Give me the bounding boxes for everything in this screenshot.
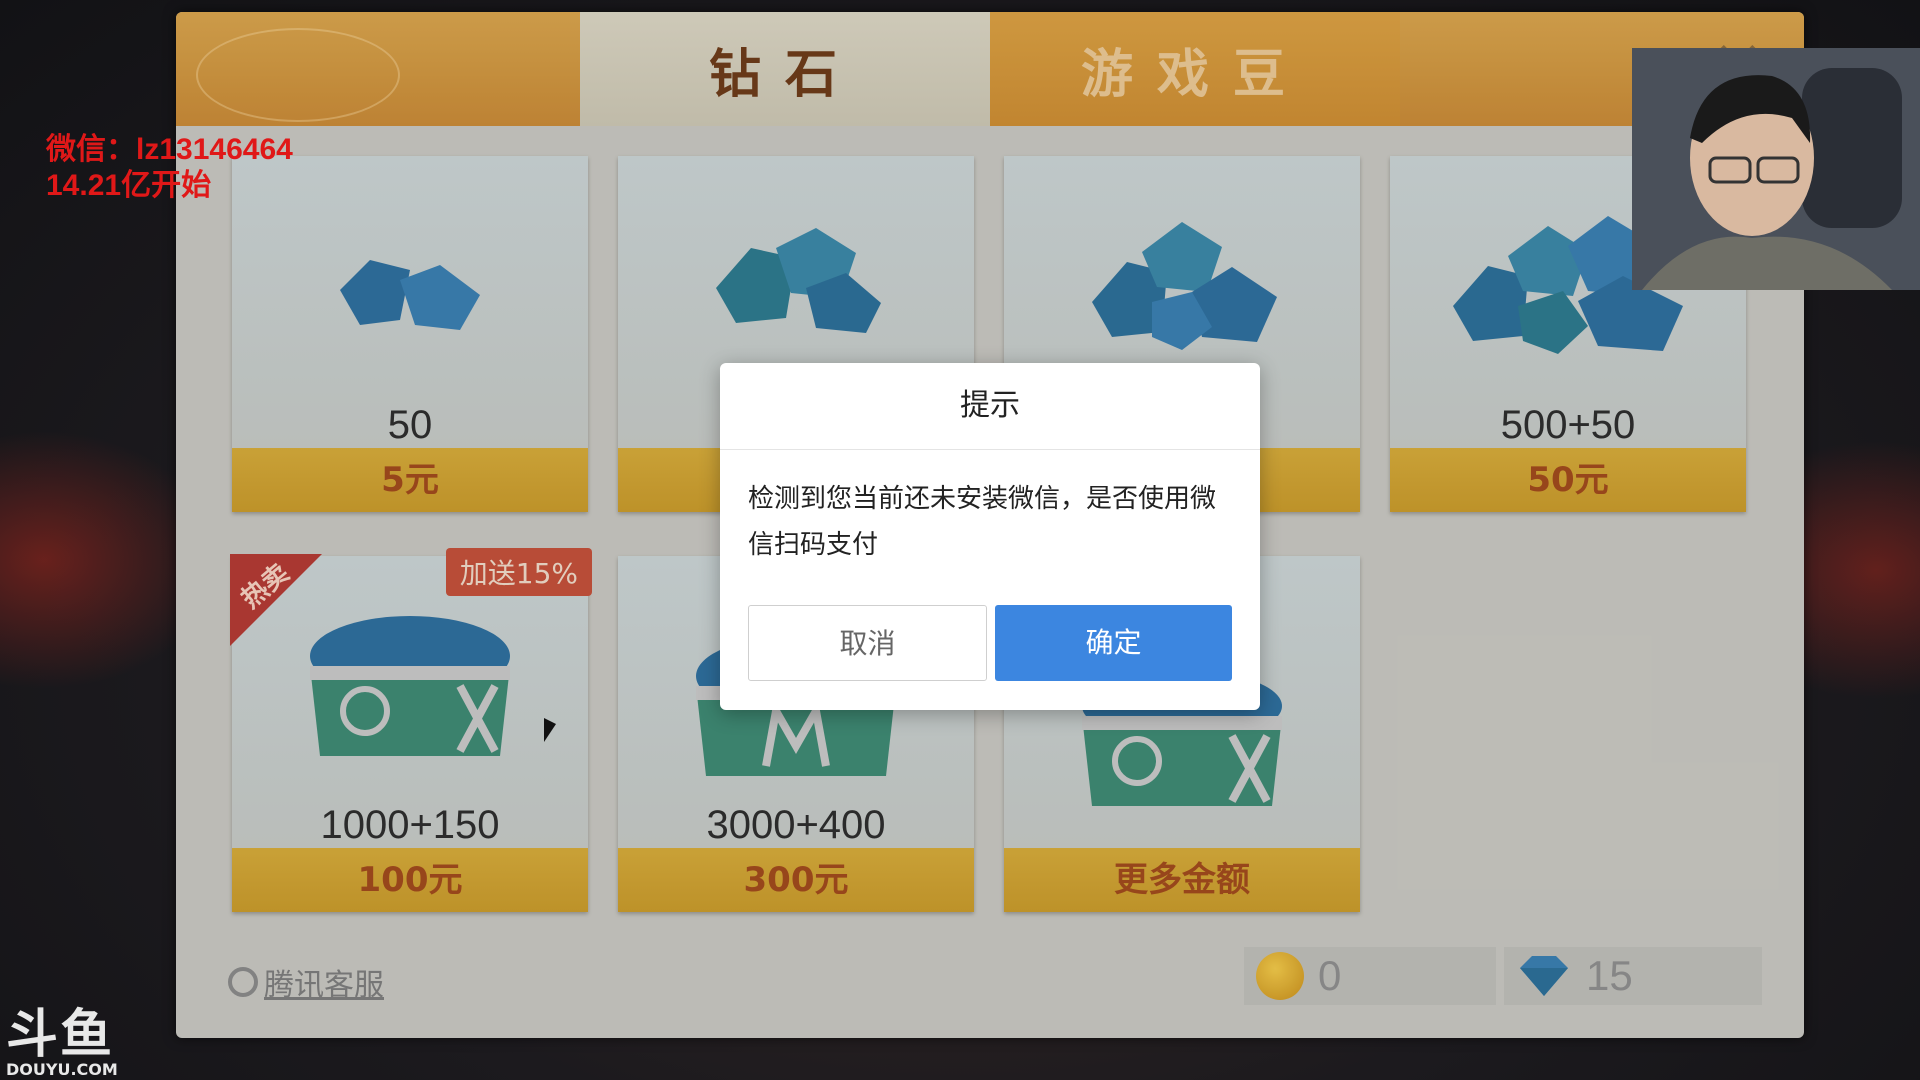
wechat-contact: 微信：lz13146464 [46,133,293,166]
dialog-title: 提示 [720,363,1260,450]
logo-text: 斗鱼 [6,1005,115,1065]
logo-subtext: DOUYU.COM [6,1060,118,1079]
mouse-cursor-icon [544,718,556,742]
dialog-message: 检测到您当前还未安装微信，是否使用微信扫码支付 [748,484,1217,560]
confirm-button[interactable]: 确定 [995,605,1232,681]
streamer-avatar [1632,48,1920,290]
douyu-logo: 斗鱼 DOUYU.COM [6,1008,118,1078]
payment-prompt-dialog: 提示 检测到您当前还未安装微信，是否使用微信扫码支付 取消 确定 [720,363,1260,710]
streamer-overlay-text: 微信：lz13146464 14.21亿开始 [46,132,293,204]
start-note: 14.21亿开始 [46,169,212,202]
webcam-feed [1632,48,1920,290]
dialog-buttons: 取消 确定 [748,605,1232,681]
cancel-button[interactable]: 取消 [748,605,987,681]
